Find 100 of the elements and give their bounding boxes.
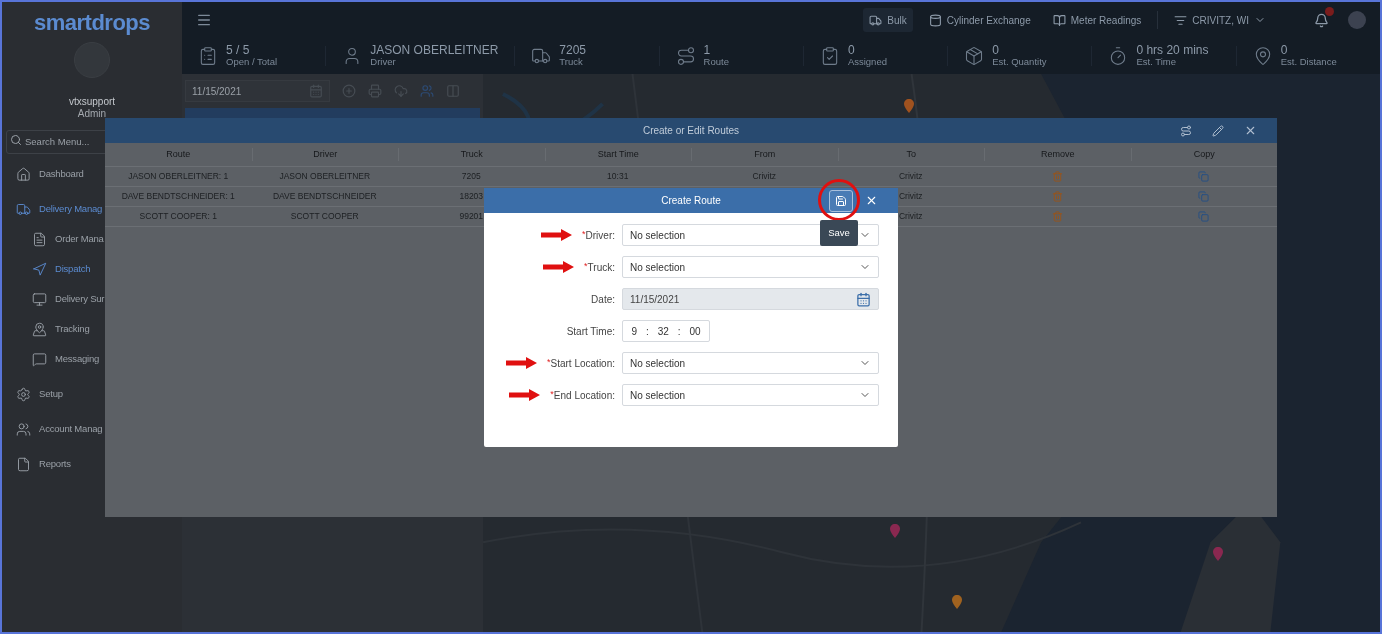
field-label: *Driver:	[582, 227, 615, 243]
tooltip: Save	[820, 220, 858, 246]
package-icon	[964, 46, 985, 66]
map-pin-icon[interactable]	[1213, 547, 1223, 561]
sidebar-item[interactable]: Reports	[2, 449, 182, 480]
map-pin-icon[interactable]	[904, 99, 914, 113]
table-cell: 99201	[459, 210, 484, 223]
truck-icon	[531, 46, 552, 66]
cloud-download-icon[interactable]	[394, 84, 408, 98]
trash-icon[interactable]	[1051, 211, 1063, 222]
copy-icon[interactable]	[1198, 171, 1210, 182]
column-header: Truck	[460, 147, 483, 161]
select-field[interactable]: No selection	[622, 384, 879, 406]
gear-icon	[16, 387, 31, 402]
map-pin-icon	[32, 322, 47, 337]
field-label: *Truck:	[584, 259, 615, 275]
columns-icon[interactable]	[446, 84, 460, 98]
stat-label: Assigned	[847, 56, 887, 67]
column-header: From	[754, 147, 776, 161]
pencil-icon[interactable]	[1212, 124, 1224, 137]
stat-label: Open / Total	[226, 56, 278, 67]
dialog-title: Create or Edit Routes	[642, 124, 740, 138]
field-label: *End Location:	[550, 387, 615, 403]
close-icon[interactable]	[865, 194, 878, 207]
time-part: 00	[689, 324, 701, 339]
add-icon[interactable]	[342, 84, 356, 98]
stat-value: JASON OBERLEITNER	[370, 45, 499, 56]
people-icon	[16, 422, 31, 437]
stat-value: 0	[992, 45, 1000, 56]
table-cell: 10:31	[607, 170, 629, 183]
date-field[interactable]: 11/15/2021	[185, 80, 330, 102]
location-dropdown[interactable]: CRIVITZ, WI	[1168, 12, 1272, 28]
select-field[interactable]: No selection	[622, 256, 879, 278]
column-header: Start Time	[597, 147, 639, 161]
avatar[interactable]	[1348, 11, 1366, 29]
table-cell: SCOTT COOPER	[290, 210, 359, 223]
nav-tab[interactable]: Cylinder Exchange	[922, 8, 1037, 32]
save-icon	[835, 194, 847, 207]
table-cell: Crivitz	[898, 170, 923, 183]
stat-value: 7205	[559, 45, 586, 56]
save-button[interactable]	[829, 189, 853, 212]
nav-tab[interactable]: Meter Readings	[1046, 8, 1148, 32]
map-pin-icon[interactable]	[890, 524, 900, 538]
logo: smartdrops	[33, 8, 150, 37]
printer-icon[interactable]	[368, 84, 382, 98]
search-icon	[10, 134, 22, 146]
filter-icon	[1174, 13, 1188, 27]
user-role: Admin	[77, 108, 107, 120]
clipboard-icon	[198, 46, 218, 66]
column-header: Driver	[313, 147, 338, 161]
stat-value: 0 hrs 20 mins	[1136, 45, 1209, 56]
sidebar-item[interactable]: Delivery Sur	[2, 284, 182, 315]
route-icon	[675, 46, 696, 66]
stat-value: 5 / 5	[226, 45, 251, 56]
sidebar-item[interactable]: Dispatch	[2, 254, 182, 285]
time-part: 32	[657, 324, 669, 339]
stat-label: Est. Quantity	[992, 56, 1047, 67]
sidebar-item[interactable]: Order Mana	[2, 224, 182, 255]
field-label: *Start Location:	[547, 355, 615, 371]
table-cell: 18203	[459, 190, 484, 203]
sidebar-item[interactable]: Messaging	[2, 344, 182, 375]
sidebar-item[interactable]: Setup	[2, 379, 182, 410]
stat-value: 1	[703, 45, 712, 56]
time-separator: :	[677, 324, 681, 339]
trash-icon[interactable]	[1051, 191, 1063, 202]
monitor-icon	[32, 292, 47, 307]
map-pin-icon[interactable]	[952, 595, 962, 609]
cylinder-icon	[928, 13, 942, 27]
user-name: vtxsupport	[68, 96, 116, 108]
table-cell: JASON OBERLEITNER	[279, 170, 371, 183]
people-icon[interactable]	[420, 84, 434, 98]
truck-icon	[16, 202, 31, 217]
stat-label: Est. Time	[1136, 56, 1178, 67]
dialog-title: Create Route	[661, 194, 721, 208]
stat-label: Route	[703, 56, 729, 67]
sidebar-item[interactable]: Tracking	[2, 314, 182, 345]
time-separator: :	[645, 324, 649, 339]
book-icon	[1052, 13, 1066, 27]
time-field[interactable]: 9 : 32 : 00	[622, 320, 710, 342]
table-cell: Crivitz	[752, 170, 777, 183]
copy-icon[interactable]	[1198, 191, 1210, 202]
route-icon[interactable]	[1180, 124, 1192, 137]
bell-icon	[1313, 12, 1329, 28]
column-header: Remove	[1041, 147, 1075, 161]
stat-label: Driver	[370, 56, 397, 67]
copy-icon[interactable]	[1198, 211, 1210, 222]
close-icon[interactable]	[1244, 124, 1257, 137]
time-part: 9	[631, 324, 637, 339]
home-icon	[16, 167, 31, 182]
table-cell: SCOTT COOPER: 1	[139, 210, 217, 223]
column-header: To	[906, 147, 916, 161]
stat-value: 0	[1280, 45, 1289, 56]
field-label: Date:	[591, 292, 615, 307]
menu-icon[interactable]	[196, 12, 212, 28]
nav-tab[interactable]: Bulk	[863, 8, 913, 32]
stat-label: Est. Distance	[1280, 56, 1337, 67]
stat-label: Truck	[559, 56, 584, 67]
trash-icon[interactable]	[1051, 171, 1063, 182]
sidebar-item[interactable]: Account Manag	[2, 414, 182, 445]
select-field[interactable]: No selection	[622, 352, 879, 374]
